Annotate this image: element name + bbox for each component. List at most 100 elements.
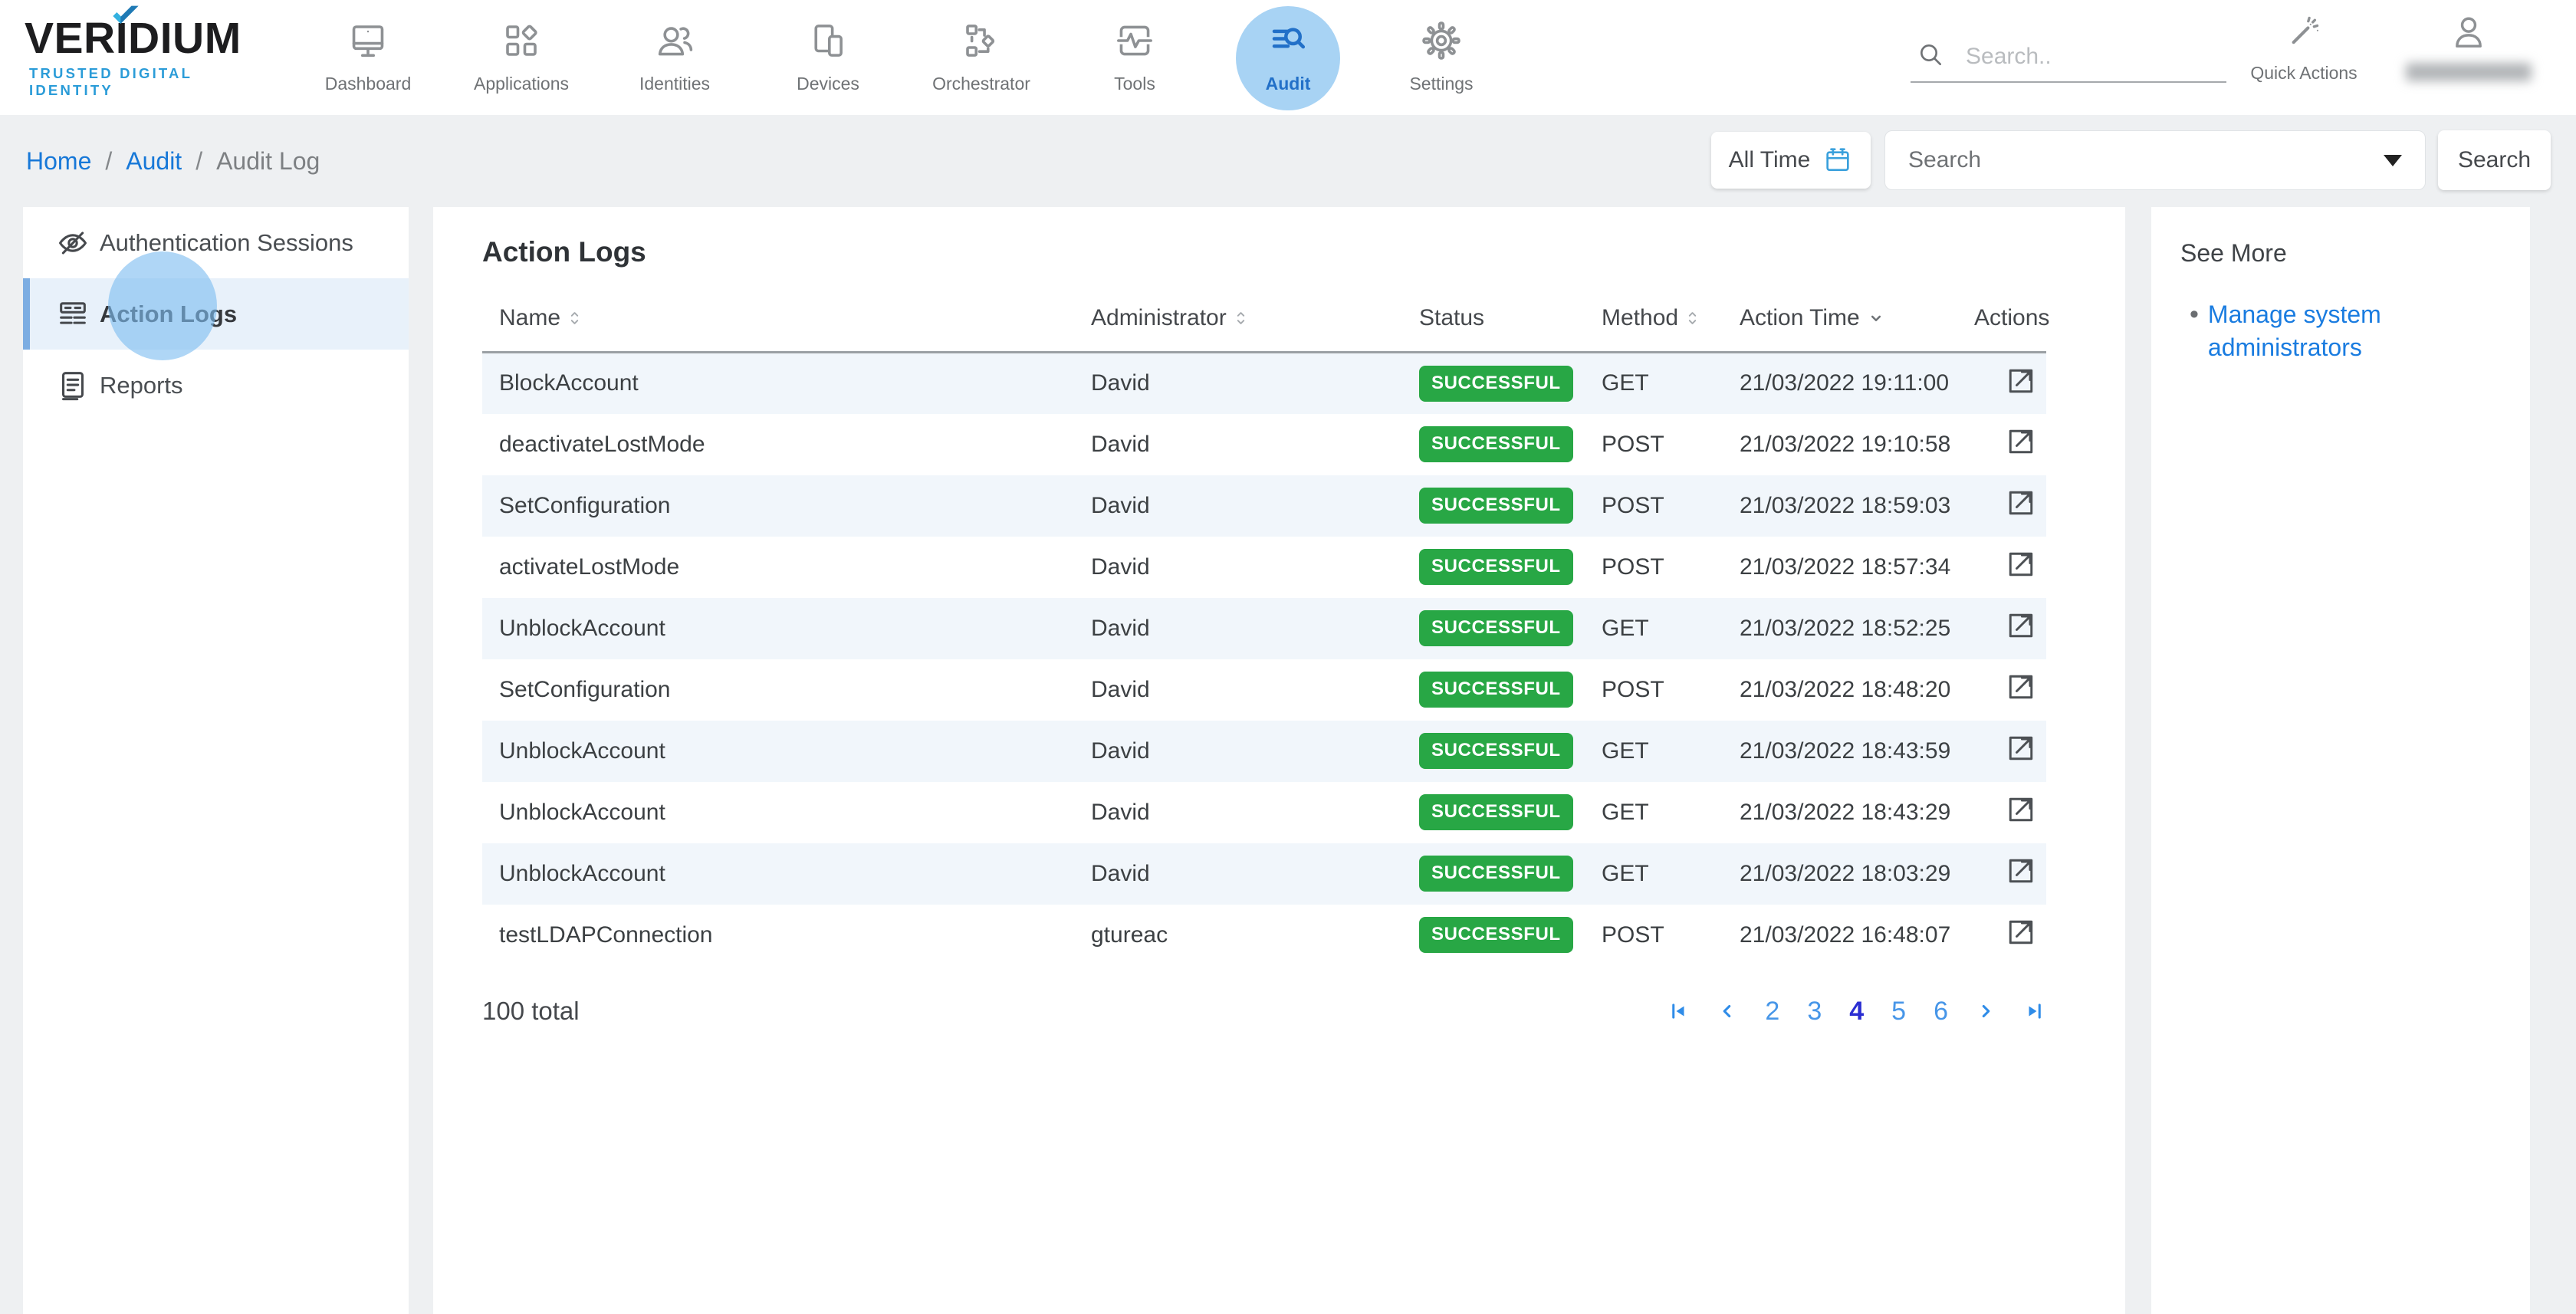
breadcrumb-home[interactable]: Home xyxy=(26,147,91,176)
sort-icon xyxy=(1234,308,1247,328)
sort-desc-icon xyxy=(1868,310,1884,327)
nav-label: Tools xyxy=(1114,74,1155,94)
open-details-icon[interactable] xyxy=(2003,424,2039,459)
cell-method: POST xyxy=(1585,537,1723,598)
sidebar-item-action-logs[interactable]: Action Logs xyxy=(23,278,409,350)
search-button[interactable]: Search xyxy=(2438,130,2551,190)
table-footer: 100 total 2 3 4 5 6 xyxy=(482,997,2046,1027)
veridium-check-icon xyxy=(110,5,141,28)
cell-name: SetConfiguration xyxy=(482,475,1074,537)
time-filter-label: All Time xyxy=(1729,147,1811,173)
brand-logo[interactable]: VERIDIUM TRUSTED DIGITAL IDENTITY xyxy=(25,17,255,99)
cell-name: SetConfiguration xyxy=(482,659,1074,721)
next-page-icon[interactable] xyxy=(1976,1001,1996,1021)
status-badge: SUCCESSFUL xyxy=(1419,488,1573,524)
last-page-icon[interactable] xyxy=(2023,1000,2046,1023)
cell-administrator: David xyxy=(1074,414,1402,475)
open-details-icon[interactable] xyxy=(2003,363,2039,399)
table-row: testLDAPConnection gtureac SUCCESSFUL PO… xyxy=(482,905,2046,966)
nav-label: Identities xyxy=(639,74,710,94)
cell-name: BlockAccount xyxy=(482,353,1074,414)
nav-item-audit[interactable]: Audit xyxy=(1211,0,1365,115)
table-row: BlockAccount David SUCCESSFUL GET 21/03/… xyxy=(482,353,2046,414)
search-input[interactable] xyxy=(1966,44,2196,70)
cell-method: GET xyxy=(1585,598,1723,659)
cell-administrator: gtureac xyxy=(1074,905,1402,966)
cell-name: UnblockAccount xyxy=(482,843,1074,905)
status-badge: SUCCESSFUL xyxy=(1419,610,1573,646)
sidebar-item-reports[interactable]: Reports xyxy=(23,350,409,421)
status-badge: SUCCESSFUL xyxy=(1419,549,1573,585)
top-header: VERIDIUM TRUSTED DIGITAL IDENTITY Dashbo… xyxy=(0,0,2576,115)
column-header-administrator[interactable]: Administrator xyxy=(1074,294,1402,353)
cell-method: POST xyxy=(1585,475,1723,537)
open-details-icon[interactable] xyxy=(2003,669,2039,705)
open-details-icon[interactable] xyxy=(2003,485,2039,521)
nav-item-orchestrator[interactable]: Orchestrator xyxy=(905,0,1058,115)
manage-system-administrators-link[interactable]: Manage system administrators xyxy=(2208,298,2438,364)
applications-icon xyxy=(501,20,542,61)
status-badge: SUCCESSFUL xyxy=(1419,917,1573,953)
time-filter-button[interactable]: All Time xyxy=(1711,132,1871,189)
column-header-name[interactable]: Name xyxy=(482,294,1074,353)
page-number[interactable]: 5 xyxy=(1891,997,1906,1027)
column-header-action-time[interactable]: Action Time xyxy=(1723,294,1957,353)
status-badge: SUCCESSFUL xyxy=(1419,794,1573,830)
user-name-redacted xyxy=(2406,63,2532,81)
open-details-icon[interactable] xyxy=(2003,608,2039,643)
page-number[interactable]: 2 xyxy=(1765,997,1779,1027)
nav-label: Devices xyxy=(797,74,859,94)
see-more-list: • Manage system administrators xyxy=(2180,298,2501,364)
first-page-icon[interactable] xyxy=(1667,1000,1690,1023)
sidebar-item-label: Reports xyxy=(100,372,183,399)
cell-name: testLDAPConnection xyxy=(482,905,1074,966)
cell-status: SUCCESSFUL xyxy=(1402,905,1585,966)
cell-method: GET xyxy=(1585,353,1723,414)
cell-administrator: David xyxy=(1074,598,1402,659)
cell-actions xyxy=(1957,659,2046,721)
breadcrumb-audit[interactable]: Audit xyxy=(126,147,182,176)
open-details-icon[interactable] xyxy=(2003,731,2039,766)
cell-actions xyxy=(1957,721,2046,782)
page-number-current[interactable]: 4 xyxy=(1849,997,1864,1027)
page-number[interactable]: 3 xyxy=(1807,997,1822,1027)
cell-status: SUCCESSFUL xyxy=(1402,475,1585,537)
page-title: Action Logs xyxy=(482,236,2076,268)
nav-item-dashboard[interactable]: Dashboard xyxy=(291,0,445,115)
column-header-status: Status xyxy=(1402,294,1585,353)
nav-item-identities[interactable]: Identities xyxy=(598,0,751,115)
nav-item-applications[interactable]: Applications xyxy=(445,0,598,115)
open-details-icon[interactable] xyxy=(2003,853,2039,889)
status-badge: SUCCESSFUL xyxy=(1419,366,1573,402)
identities-icon xyxy=(654,20,695,61)
cell-name: activateLostMode xyxy=(482,537,1074,598)
sidebar-item-authentication-sessions[interactable]: Authentication Sessions xyxy=(23,207,409,278)
open-details-icon[interactable] xyxy=(2003,547,2039,582)
page-number[interactable]: 6 xyxy=(1934,997,1948,1027)
cell-administrator: David xyxy=(1074,353,1402,414)
nav-item-settings[interactable]: Settings xyxy=(1365,0,1518,115)
nav-item-tools[interactable]: Tools xyxy=(1058,0,1211,115)
previous-page-icon[interactable] xyxy=(1717,1001,1737,1021)
table-header-row: Name Administrator Status Method Action … xyxy=(482,294,2046,353)
cell-action-time: 21/03/2022 18:43:29 xyxy=(1723,782,1957,843)
settings-icon xyxy=(1421,20,1462,61)
cell-status: SUCCESSFUL xyxy=(1402,537,1585,598)
column-header-method[interactable]: Method xyxy=(1585,294,1723,353)
calendar-icon xyxy=(1822,145,1853,176)
user-profile-button[interactable] xyxy=(2400,12,2538,81)
brand-tagline: TRUSTED DIGITAL IDENTITY xyxy=(25,65,255,99)
table-row: UnblockAccount David SUCCESSFUL GET 21/0… xyxy=(482,782,2046,843)
search-select-placeholder: Search xyxy=(1908,147,1981,173)
cell-action-time: 21/03/2022 18:57:34 xyxy=(1723,537,1957,598)
cell-actions xyxy=(1957,537,2046,598)
open-details-icon[interactable] xyxy=(2003,792,2039,827)
quick-actions-button[interactable]: Quick Actions xyxy=(2235,12,2373,84)
search-category-select[interactable]: Search xyxy=(1884,130,2426,190)
open-details-icon[interactable] xyxy=(2003,915,2039,950)
cell-status: SUCCESSFUL xyxy=(1402,659,1585,721)
dropdown-caret-icon xyxy=(2384,155,2402,166)
nav-item-devices[interactable]: Devices xyxy=(751,0,905,115)
cell-actions xyxy=(1957,843,2046,905)
cell-actions xyxy=(1957,782,2046,843)
